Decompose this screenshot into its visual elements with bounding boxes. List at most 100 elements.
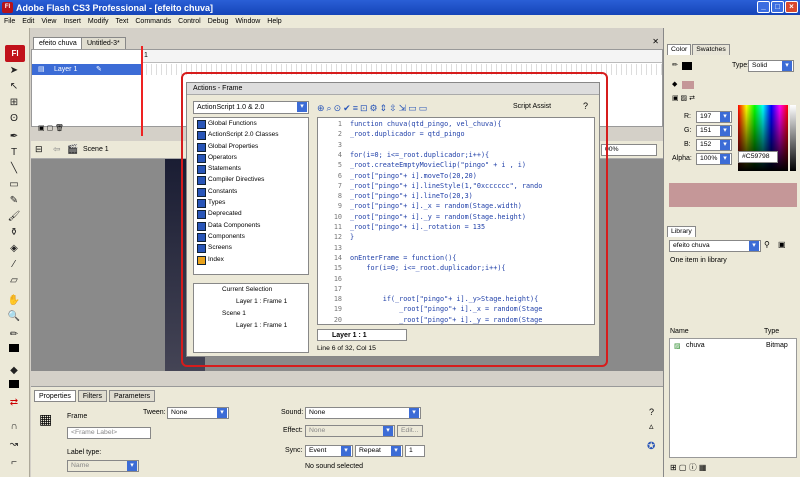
alpha-input[interactable]: 100% — [696, 153, 732, 165]
minimize-icon[interactable]: _ — [757, 1, 770, 13]
menu-view[interactable]: View — [41, 18, 56, 25]
add-folder-icon[interactable]: ▢ — [47, 125, 54, 132]
hand-tool-icon[interactable]: ✋ — [7, 294, 21, 308]
library-col-type[interactable]: Type — [764, 328, 779, 335]
back-arrow-icon[interactable]: ⇦ — [53, 144, 61, 155]
zoom-field[interactable]: 00% — [601, 144, 657, 156]
tab-swatches[interactable]: Swatches — [692, 44, 730, 55]
expand-icon[interactable]: ▵ — [649, 421, 654, 432]
library-footer-icons[interactable]: ⊞ ▢ ⓘ ▦ — [670, 462, 707, 473]
playhead[interactable] — [141, 46, 143, 136]
scene-edit-icon[interactable]: ⊟ — [35, 144, 43, 155]
edit-button[interactable]: Edit... — [397, 425, 423, 437]
eyedropper-icon[interactable]: ⁄ — [7, 258, 21, 272]
library-col-name[interactable]: Name — [670, 328, 689, 335]
menu-edit[interactable]: Edit — [22, 18, 34, 25]
zoom-tool-icon[interactable]: 🔍 — [7, 310, 21, 324]
fill-color-swatch[interactable] — [682, 81, 694, 89]
close-doc-icon[interactable]: ✕ — [652, 37, 659, 46]
free-transform-icon[interactable]: ⊞ — [7, 96, 21, 110]
tween-select[interactable]: None — [167, 407, 229, 419]
tab-efeito-chuva[interactable]: efeito chuva — [33, 37, 83, 49]
text-tool-icon[interactable]: T — [7, 146, 21, 160]
stroke-color-swatch[interactable] — [682, 62, 692, 70]
menu-file[interactable]: File — [4, 18, 15, 25]
swap-colors-icon[interactable]: ⇄ — [7, 396, 21, 410]
selection-tool-icon[interactable]: ➤ — [7, 64, 21, 78]
library-item[interactable]: ▨ chuva Bitmap — [672, 341, 794, 352]
menu-window[interactable]: Window — [235, 18, 260, 25]
effect-label: Effect: — [283, 427, 303, 434]
menu-commands[interactable]: Commands — [135, 18, 171, 25]
type-select[interactable]: Solid — [748, 60, 794, 72]
menu-text[interactable]: Text — [116, 18, 129, 25]
frame-ruler[interactable]: 1 — [142, 50, 662, 63]
library-tabs: Library — [667, 226, 696, 237]
hex-input[interactable]: #C59798 — [738, 151, 778, 163]
tab-parameters[interactable]: Parameters — [108, 390, 156, 402]
pen-tool-icon[interactable]: ✒ — [7, 130, 21, 144]
r-input[interactable]: 197 — [696, 111, 732, 123]
subselection-tool-icon[interactable]: ↖ — [7, 80, 21, 94]
pencil-icon: ✎ — [96, 66, 102, 73]
stroke-color-icon[interactable]: ✏ — [672, 61, 678, 69]
sync-select[interactable]: Event — [305, 445, 353, 457]
line-tool-icon[interactable]: ╲ — [7, 162, 21, 176]
repeat-select[interactable]: Repeat — [355, 445, 403, 457]
toolbox: Fl ➤ ↖ ⊞ ʘ ✒ T ╲ ▭ ✎ 🖌 ⚱ ◈ ⁄ ▱ ✋ 🔍 ✏ ◆ ⇄… — [0, 28, 30, 477]
menu-control[interactable]: Control — [178, 18, 201, 25]
fill-color-icon[interactable]: ◆ — [672, 80, 677, 88]
pin-icon[interactable]: ⚲ — [764, 240, 770, 249]
scene-name: Scene 1 — [83, 146, 109, 153]
fill-swatch[interactable] — [9, 380, 19, 388]
library-list: ▨ chuva Bitmap — [669, 338, 797, 458]
menu-modify[interactable]: Modify — [88, 18, 109, 25]
snap-magnet-icon[interactable]: ∩ — [7, 420, 21, 434]
delete-layer-icon[interactable]: 🗑 — [55, 125, 64, 132]
b-input[interactable]: 152 — [696, 139, 732, 151]
new-library-icon[interactable]: ▣ — [778, 240, 786, 249]
frame-label-input[interactable]: <Frame Label> — [67, 427, 151, 439]
lasso-tool-icon[interactable]: ʘ — [7, 112, 21, 126]
highlight-frame — [181, 72, 608, 367]
brightness-slider[interactable] — [790, 105, 796, 171]
close-icon[interactable]: × — [785, 1, 798, 13]
effect-select[interactable]: None — [305, 425, 395, 437]
straighten-icon[interactable]: ⌐ — [7, 456, 21, 470]
g-input[interactable]: 151 — [696, 125, 732, 137]
tween-label: Tween: — [143, 409, 166, 416]
g-label: G: — [684, 127, 692, 134]
help-icon[interactable]: ? — [649, 407, 654, 417]
frame-icon: ▦ — [39, 411, 53, 427]
library-count: One item in library — [670, 257, 727, 264]
menu-help[interactable]: Help — [267, 18, 281, 25]
maximize-icon[interactable]: □ — [771, 1, 784, 13]
alpha-label: Alpha: — [672, 155, 692, 162]
paint-bucket-icon[interactable]: ◈ — [7, 242, 21, 256]
tab-untitled-3[interactable]: Untitled-3* — [81, 37, 126, 49]
add-layer-icon[interactable]: ▣ — [38, 125, 45, 132]
stroke-color-icon[interactable]: ✏ — [7, 328, 21, 342]
eraser-tool-icon[interactable]: ▱ — [7, 274, 21, 288]
smooth-icon[interactable]: ↝ — [7, 438, 21, 452]
menu-insert[interactable]: Insert — [63, 18, 81, 25]
sound-select[interactable]: None — [305, 407, 421, 419]
tab-filters[interactable]: Filters — [77, 390, 107, 402]
layer-row[interactable]: Layer 1 ▤ ✎ — [32, 64, 142, 75]
menu-debug[interactable]: Debug — [208, 18, 229, 25]
stroke-swatch[interactable] — [9, 344, 19, 352]
ink-bottle-icon[interactable]: ⚱ — [7, 226, 21, 240]
label-type-select[interactable]: Name — [67, 460, 139, 472]
pencil-tool-icon[interactable]: ✎ — [7, 194, 21, 208]
brush-tool-icon[interactable]: 🖌 — [7, 210, 21, 224]
tab-color[interactable]: Color — [667, 44, 692, 55]
fill-color-icon[interactable]: ◆ — [7, 364, 21, 378]
library-doc-select[interactable]: efeito chuva — [669, 240, 761, 252]
edit-in-place-icon[interactable]: ✪ — [647, 441, 655, 452]
tab-library[interactable]: Library — [667, 226, 696, 237]
repeat-count-input[interactable]: 1 — [405, 445, 425, 457]
tab-properties[interactable]: Properties — [34, 390, 76, 402]
color-mode-icons[interactable]: ▣ ▨ ⇄ — [672, 94, 695, 102]
rectangle-tool-icon[interactable]: ▭ — [7, 178, 21, 192]
flash-app-icon: Fl — [2, 2, 13, 13]
